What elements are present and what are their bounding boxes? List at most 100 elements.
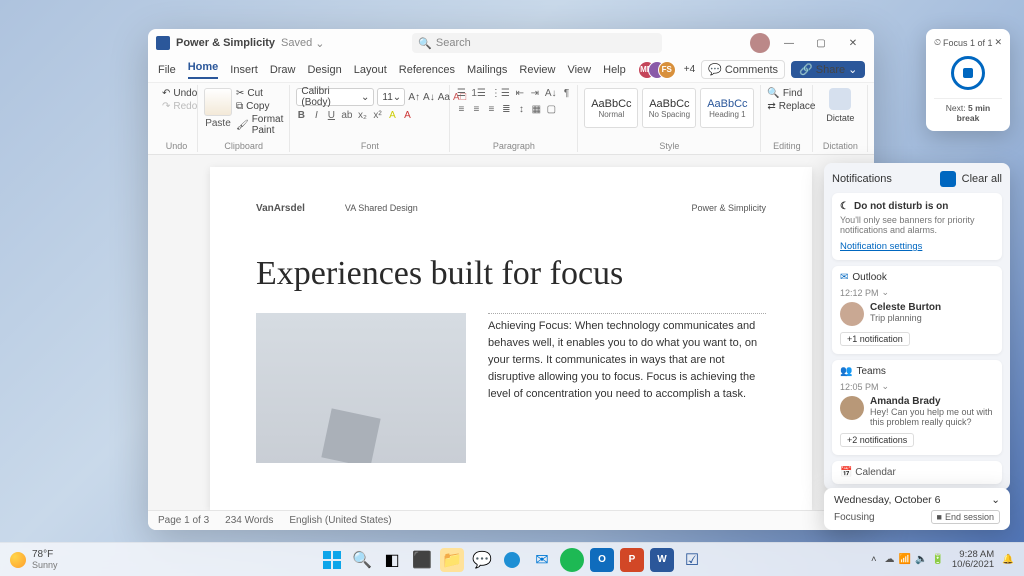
outlook-button[interactable]: O [590, 548, 614, 572]
font-name-select[interactable]: Calibri (Body) ⌄ [296, 88, 374, 106]
volume-icon[interactable]: 🔈 [915, 554, 927, 565]
notifications-button[interactable]: 🔔 [1002, 554, 1014, 565]
paste-icon[interactable] [204, 88, 232, 116]
menu-mailings[interactable]: Mailings [467, 64, 507, 76]
shrink-font-icon[interactable]: A↓ [423, 92, 435, 103]
presence-more[interactable]: +4 [684, 64, 695, 75]
cut-button[interactable]: ✂ Cut [236, 88, 283, 99]
font-color-icon[interactable]: A [403, 110, 413, 121]
menu-design[interactable]: Design [307, 64, 341, 76]
taskbar-weather[interactable]: 78°FSunny [0, 549, 58, 570]
onedrive-icon[interactable]: ☁ [885, 554, 895, 565]
wifi-icon[interactable]: 📶 [899, 554, 911, 565]
end-session-button[interactable]: ■ End session [931, 510, 1000, 524]
more-notifications-button[interactable]: +2 notifications [840, 433, 914, 447]
task-view-button[interactable]: ◧ [380, 548, 404, 572]
find-button[interactable]: 🔍 Find [767, 88, 802, 99]
grow-font-icon[interactable]: A↑ [408, 92, 420, 103]
subscript-icon[interactable]: x₂ [358, 110, 368, 121]
align-right-icon[interactable]: ≡ [486, 104, 496, 115]
style-normal[interactable]: AaBbCcNormal [584, 88, 638, 128]
status-language[interactable]: English (United States) [289, 515, 391, 526]
style-no-spacing[interactable]: AaBbCcNo Spacing [642, 88, 696, 128]
chevron-up-icon[interactable]: ˄ [871, 554, 877, 565]
superscript-icon[interactable]: x² [373, 110, 383, 121]
search-button[interactable]: 🔍 [350, 548, 374, 572]
chevron-down-icon[interactable]: ⌄ [882, 381, 890, 392]
edge-button[interactable] [500, 548, 524, 572]
menu-review[interactable]: Review [519, 64, 555, 76]
menu-file[interactable]: File [158, 64, 176, 76]
share-button[interactable]: 🔗 Share ⌄ [791, 61, 865, 78]
teams-chat-button[interactable]: 💬 [470, 548, 494, 572]
multilevel-icon[interactable]: ⋮☰ [491, 88, 510, 99]
save-status[interactable]: Saved⌄ [281, 37, 324, 50]
user-avatar[interactable] [750, 33, 770, 53]
menu-help[interactable]: Help [603, 64, 626, 76]
todo-button[interactable]: ☑ [680, 548, 704, 572]
notification-item[interactable]: Celeste BurtonTrip planning [840, 302, 994, 326]
style-heading1[interactable]: AaBbCcHeading 1 [700, 88, 754, 128]
redo-button[interactable]: ↷ Redo [162, 101, 197, 112]
start-button[interactable] [320, 548, 344, 572]
minimize-button[interactable]: — [776, 33, 802, 53]
align-center-icon[interactable]: ≡ [471, 104, 481, 115]
bold-icon[interactable]: B [296, 110, 306, 121]
text-highlight-icon[interactable]: A [388, 110, 398, 121]
indent-inc-icon[interactable]: ⇥ [530, 88, 540, 99]
change-case-icon[interactable]: Aa [438, 92, 450, 103]
dnd-toggle[interactable] [940, 171, 956, 187]
menu-view[interactable]: View [567, 64, 591, 76]
music-button[interactable] [560, 548, 584, 572]
justify-icon[interactable]: ≣ [501, 104, 511, 115]
strike-icon[interactable]: ab [341, 110, 352, 121]
status-words[interactable]: 234 Words [225, 515, 273, 526]
widgets-button[interactable]: ⬛ [410, 548, 434, 572]
status-page[interactable]: Page 1 of 3 [158, 515, 209, 526]
align-left-icon[interactable]: ≡ [456, 104, 466, 115]
clear-all-button[interactable]: Clear all [962, 173, 1002, 185]
italic-icon[interactable]: I [311, 110, 321, 121]
undo-button[interactable]: ↶ Undo [162, 88, 197, 99]
menu-draw[interactable]: Draw [270, 64, 296, 76]
word-button[interactable]: W [650, 548, 674, 572]
menu-insert[interactable]: Insert [230, 64, 258, 76]
indent-dec-icon[interactable]: ⇤ [515, 88, 525, 99]
explorer-button[interactable]: 📁 [440, 548, 464, 572]
focus-stop-button[interactable] [951, 56, 985, 90]
bullets-icon[interactable]: ☰ [456, 88, 466, 99]
comments-button[interactable]: 💬 Comments [701, 60, 785, 79]
chevron-down-icon[interactable]: ⌄ [991, 494, 1000, 506]
battery-icon[interactable]: 🔋 [931, 554, 943, 565]
menu-home[interactable]: Home [188, 61, 219, 79]
avatar [840, 396, 864, 420]
menu-layout[interactable]: Layout [354, 64, 387, 76]
format-painter-button[interactable]: 🖌 Format Paint [236, 114, 283, 136]
notification-settings-link[interactable]: Notification settings [840, 241, 994, 252]
document-canvas[interactable]: VanArsdel VA Shared Design Power & Simpl… [148, 155, 874, 510]
maximize-button[interactable]: ▢ [808, 33, 834, 53]
show-marks-icon[interactable]: ¶ [562, 88, 572, 99]
calendar-group[interactable]: 📅 Calendar [832, 461, 1002, 484]
chevron-down-icon[interactable]: ⌄ [882, 287, 890, 298]
notification-item[interactable]: Amanda BradyHey! Can you help me out wit… [840, 396, 994, 427]
powerpoint-button[interactable]: P [620, 548, 644, 572]
borders-icon[interactable]: ▢ [546, 104, 556, 115]
close-icon[interactable]: ✕ [994, 37, 1002, 48]
mail-button[interactable]: ✉ [530, 548, 554, 572]
menu-references[interactable]: References [399, 64, 455, 76]
dictate-button[interactable]: Dictate [819, 88, 861, 123]
presence-avatar[interactable]: FS [658, 61, 676, 79]
line-spacing-icon[interactable]: ↕ [516, 104, 526, 115]
sort-icon[interactable]: A↓ [545, 88, 557, 99]
close-button[interactable]: ✕ [840, 33, 866, 53]
more-notifications-button[interactable]: +1 notification [840, 332, 910, 346]
copy-button[interactable]: ⧉ Copy [236, 101, 283, 112]
underline-icon[interactable]: U [326, 110, 336, 121]
shading-icon[interactable]: ▦ [531, 104, 541, 115]
font-size-select[interactable]: 11 ⌄ [377, 88, 405, 106]
search-input[interactable]: 🔍 Search [412, 33, 662, 53]
taskbar-clock[interactable]: 9:28 AM 10/6/2021 [952, 550, 994, 570]
numbering-icon[interactable]: 1☰ [471, 88, 486, 99]
replace-button[interactable]: ⇄ Replace [767, 101, 815, 112]
